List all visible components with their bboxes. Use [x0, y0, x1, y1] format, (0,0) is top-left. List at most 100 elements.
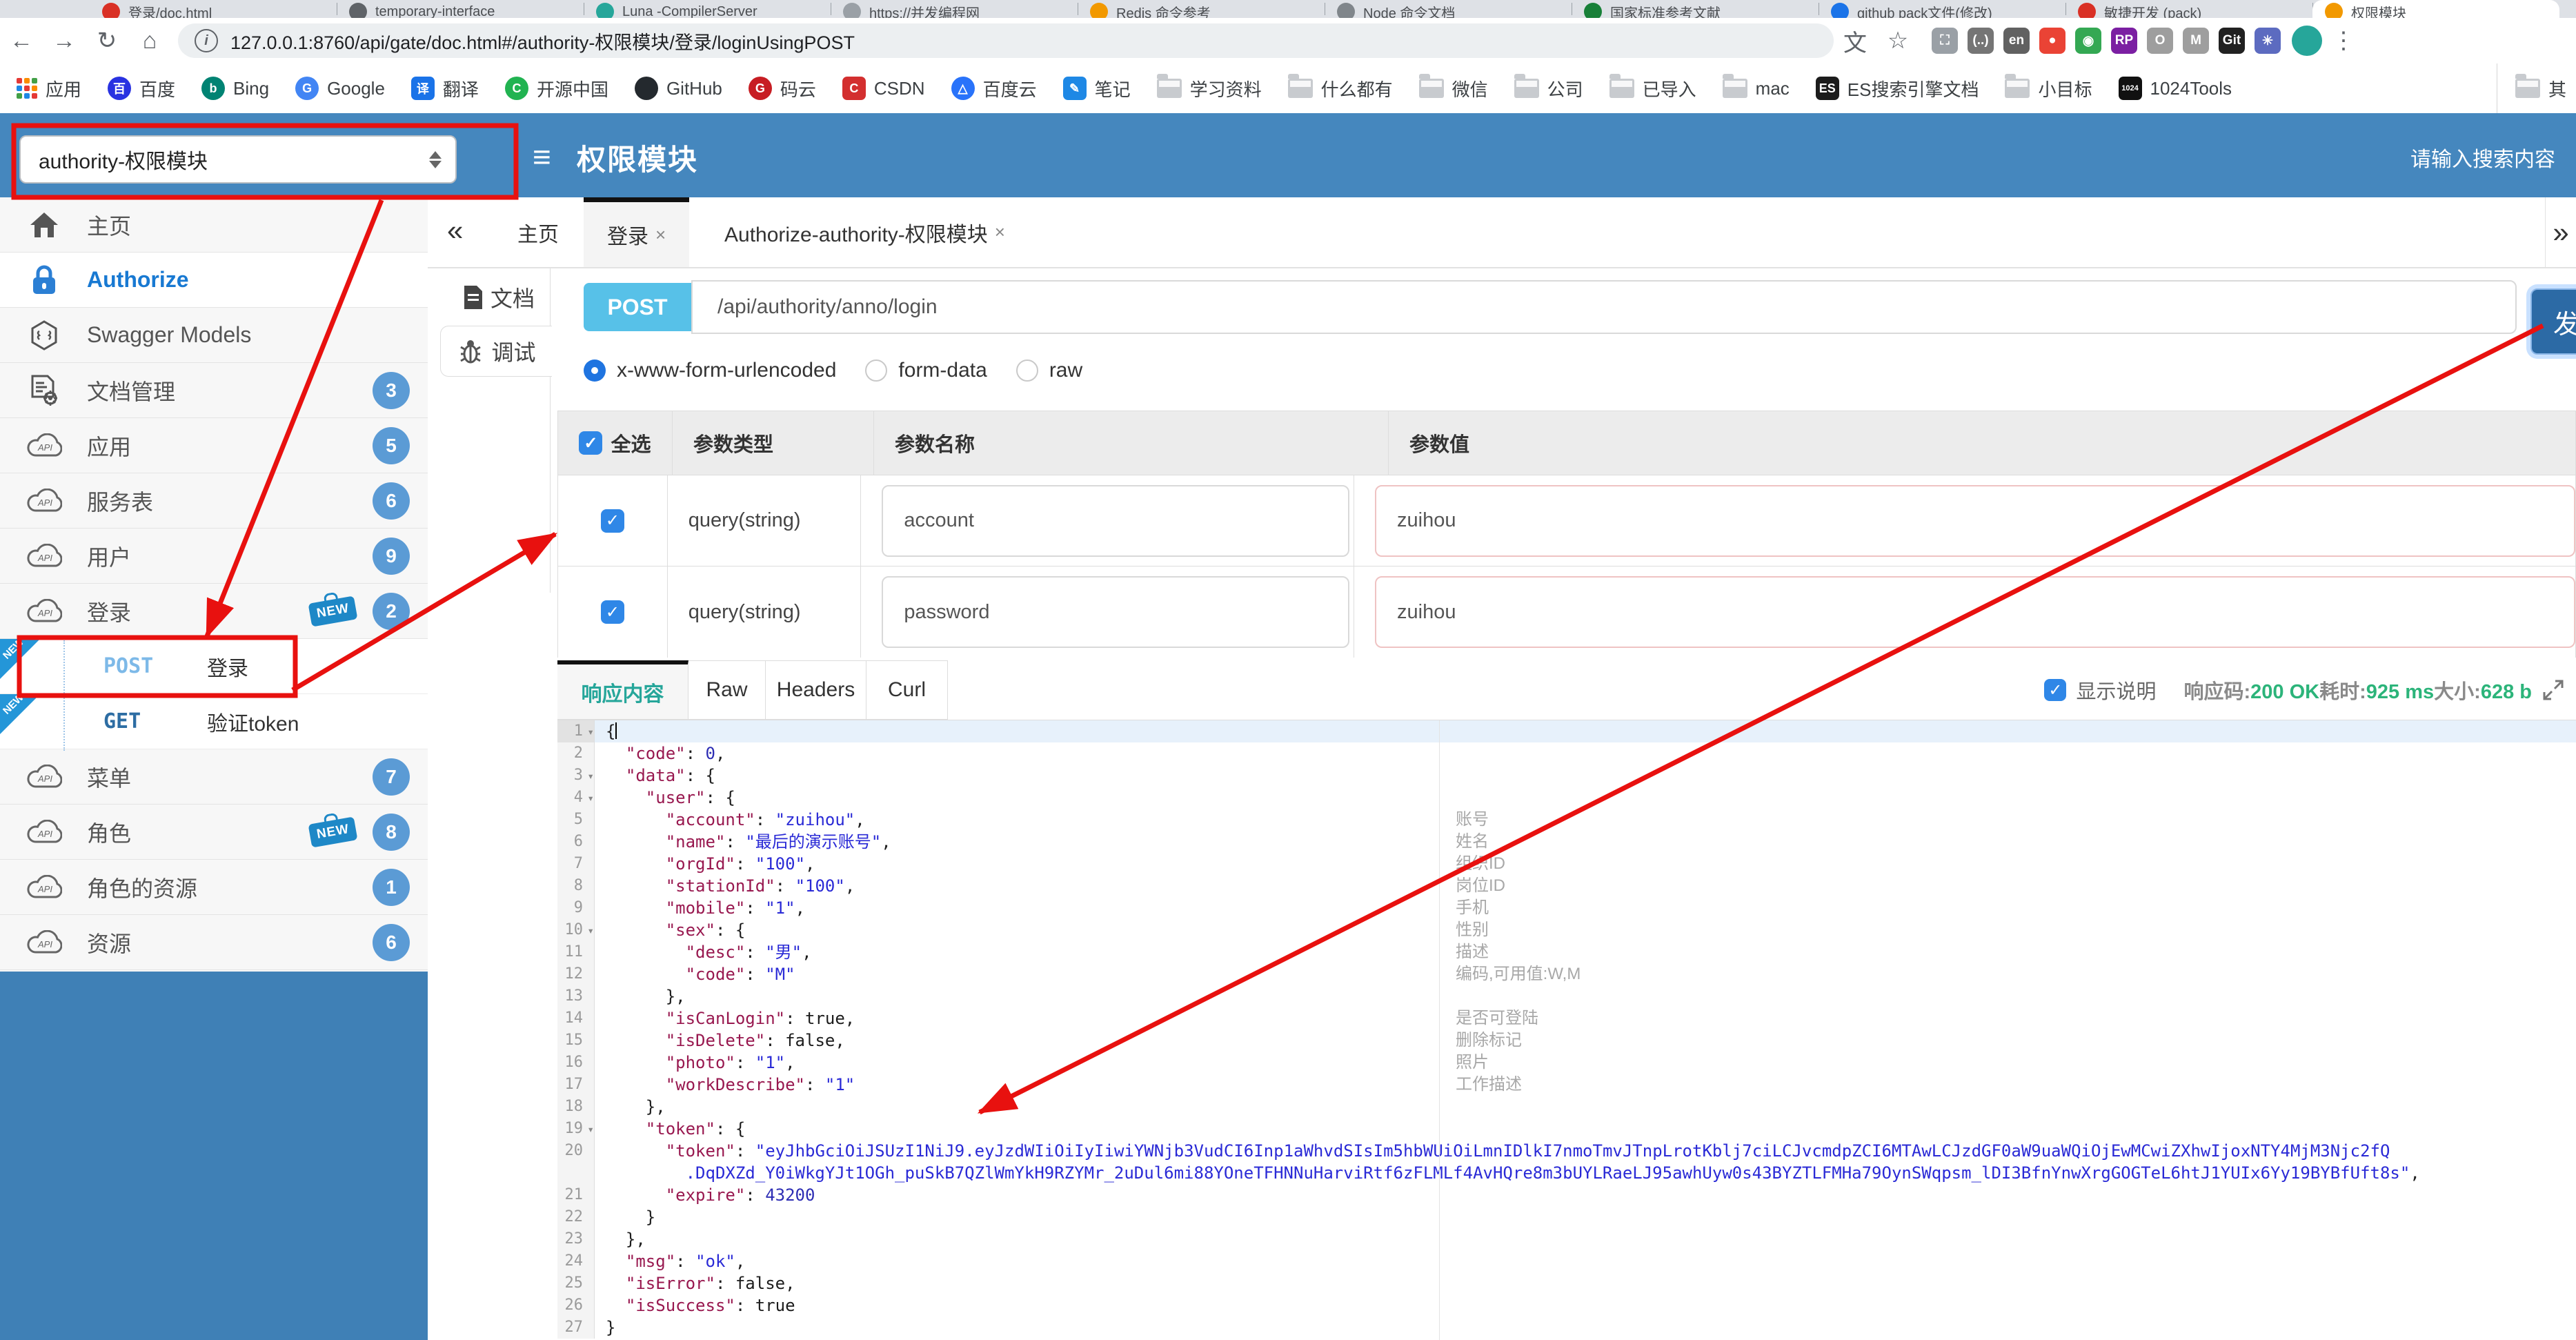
bookmark-item[interactable]: 公司 — [1514, 74, 1583, 101]
doc-tab-主页[interactable]: 主页 — [494, 197, 582, 267]
address-bar[interactable]: i 127.0.0.1:8760/api/gate/doc.html#/auth… — [178, 23, 1834, 58]
radio-raw[interactable] — [1015, 359, 1038, 382]
param-value-input[interactable]: zuihou — [1375, 484, 2575, 557]
api-path-input[interactable]: /api/authority/anno/login — [691, 280, 2517, 334]
sidebar-item-资源[interactable]: API 资源 6 — [0, 915, 428, 970]
fold-caret-icon[interactable]: ▾ — [583, 769, 594, 782]
tab-debug[interactable]: 调试 — [440, 326, 552, 377]
bookmark-item[interactable]: 已导入 — [1609, 74, 1696, 101]
browser-tab[interactable]: 敏捷开发 (pack) — [2065, 0, 2312, 18]
tab-document[interactable]: 文档 — [447, 273, 551, 322]
bookmark-item[interactable]: 微信 — [1418, 74, 1488, 101]
bookmark-star-icon[interactable]: ☆ — [1876, 27, 1919, 55]
sidebar-item-Swagger Models[interactable]: Swagger Models — [0, 308, 428, 363]
browser-tab[interactable]: 登录/doc.html — [90, 0, 337, 18]
close-icon[interactable]: × — [655, 224, 666, 246]
translate-icon[interactable]: 文 — [1834, 24, 1876, 58]
sidebar-item-角色的资源[interactable]: API 角色的资源 1 — [0, 860, 428, 915]
reload-icon[interactable]: ↻ — [86, 27, 128, 55]
browser-tab[interactable]: Redis 命令参考 — [1078, 0, 1325, 18]
browser-menu-icon[interactable]: ⋮ — [2322, 27, 2365, 55]
doc-tab-Authorize-authority-权限模块[interactable]: Authorize-authority-权限模块 × — [701, 197, 1029, 267]
browser-tab[interactable]: 国家标准参考文献 — [1572, 0, 1819, 18]
sidebar-item-文档管理[interactable]: 文档管理 3 — [0, 363, 428, 418]
bookmark-item[interactable]: 学习资料 — [1156, 74, 1262, 101]
fold-caret-icon[interactable]: ▾ — [583, 725, 594, 738]
response-tab-Raw[interactable]: Raw — [688, 660, 766, 720]
browser-tab[interactable]: https://并发编程网 — [831, 0, 1078, 18]
shield-icon[interactable]: M — [2183, 28, 2209, 54]
param-checkbox[interactable]: ✓ — [600, 600, 624, 624]
sidebar-item-主页[interactable]: 主页 — [0, 197, 428, 253]
bookmark-item[interactable]: 什么都有 — [1287, 74, 1393, 101]
home-icon[interactable]: ⌂ — [128, 28, 171, 55]
bookmark-item[interactable]: 百百度 — [108, 76, 175, 101]
show-desc-checkbox[interactable]: ✓ — [2044, 679, 2067, 701]
sidebar-item-角色[interactable]: API 角色 NEW 8 — [0, 805, 428, 860]
globe-icon[interactable]: ◉ — [2075, 28, 2101, 54]
bookmarks-overflow-folder[interactable]: 其 — [2496, 63, 2566, 113]
sidebar-item-用户[interactable]: API 用户 9 — [0, 529, 428, 584]
fold-caret-icon[interactable]: ▾ — [583, 791, 594, 805]
response-tab-Headers[interactable]: Headers — [766, 660, 866, 720]
sidebar-item-Authorize[interactable]: Authorize — [0, 253, 428, 308]
notes-ext-icon[interactable]: (..) — [1968, 28, 1994, 54]
response-body-editor[interactable]: 1 ▾{2 "code": 0, 3 ▾ "data": {4 ▾ "user": {5… — [557, 720, 2576, 1340]
fold-caret-icon[interactable]: ▾ — [583, 1123, 594, 1136]
screenshot-icon[interactable]: ⛶ — [1932, 28, 1958, 54]
browser-tab[interactable]: 权限模块 — [2312, 0, 2559, 18]
translate-en-icon[interactable]: en — [2003, 28, 2030, 54]
sidebar-item-菜单[interactable]: API 菜单 7 — [0, 749, 428, 805]
bookmark-item[interactable]: 译翻译 — [410, 76, 479, 101]
browser-tab[interactable]: temporary-interface — [337, 0, 584, 18]
bookmark-item[interactable]: ES ES搜索引擎文档 — [1815, 76, 1979, 101]
gray-circle-icon[interactable]: O — [2147, 28, 2173, 54]
more-tabs-icon[interactable]: » — [2545, 197, 2576, 267]
radio-form-data[interactable] — [865, 359, 888, 382]
param-value-input[interactable]: zuihou — [1375, 576, 2575, 648]
close-icon[interactable]: × — [995, 221, 1005, 243]
select-all-checkbox[interactable]: ✓ — [579, 431, 603, 455]
response-tab-Curl[interactable]: Curl — [866, 660, 948, 720]
forward-icon[interactable]: → — [43, 28, 86, 55]
bookmark-item[interactable]: ✎ 笔记 — [1062, 76, 1131, 101]
fullscreen-icon[interactable] — [2542, 678, 2565, 702]
page-info-icon[interactable]: i — [195, 29, 218, 52]
bookmark-item[interactable]: 小目标 — [2005, 74, 2092, 101]
hamburger-icon[interactable]: ≡ — [533, 138, 551, 175]
doc-tab-登录[interactable]: 登录 × — [584, 197, 690, 267]
field-description: 删除标记 — [1456, 1031, 1522, 1050]
bookmark-item[interactable]: △ 百度云 — [951, 76, 1037, 101]
fold-caret-icon[interactable]: ▾ — [583, 924, 594, 937]
browser-tab[interactable]: Node 命令文档 — [1325, 0, 1572, 18]
sidebar-item-应用[interactable]: API 应用 5 — [0, 418, 428, 473]
param-checkbox[interactable]: ✓ — [600, 509, 624, 533]
bookmark-item[interactable]: G Google — [295, 77, 385, 100]
bookmark-item[interactable]: GitHub — [634, 77, 722, 100]
bookmark-item[interactable]: 应用 — [17, 76, 81, 101]
header-search-input[interactable]: 请输入搜索内容 — [2410, 142, 2555, 173]
sidebar-item-登录[interactable]: API 登录 NEW 2 — [0, 584, 428, 639]
module-select[interactable]: authority-权限模块 — [19, 135, 457, 184]
back-icon[interactable]: ← — [0, 28, 43, 55]
param-name-input[interactable]: password — [882, 576, 1350, 648]
profile-avatar[interactable] — [2292, 26, 2322, 56]
chrome-icon[interactable]: ● — [2039, 28, 2065, 54]
bookmark-item[interactable]: C 开源中国 — [504, 76, 608, 101]
bookmark-item[interactable]: 1024 1024Tools — [2118, 77, 2232, 100]
bookmark-item[interactable]: C CSDN — [842, 77, 925, 100]
browser-tab[interactable]: github pack文件(修改) — [1819, 0, 2065, 18]
rp-ext-icon[interactable]: RP — [2111, 28, 2137, 54]
pinwheel-icon[interactable]: ✳ — [2255, 28, 2281, 54]
bookmark-item[interactable]: mac — [1722, 74, 1790, 99]
send-request-button[interactable]: 发 — [2530, 288, 2576, 355]
gitzip-icon[interactable]: Git — [2219, 28, 2245, 54]
param-name-input[interactable]: account — [882, 484, 1350, 557]
response-tab-响应内容[interactable]: 响应内容 — [557, 660, 688, 720]
bookmark-item[interactable]: G 码云 — [748, 76, 816, 101]
browser-tab[interactable]: Luna -CompilerServer — [584, 0, 831, 18]
radio-x-www-form-urlencoded[interactable] — [584, 359, 606, 382]
collapse-sidebar-icon[interactable]: « — [447, 214, 463, 247]
sidebar-item-服务表[interactable]: API 服务表 6 — [0, 473, 428, 529]
bookmark-item[interactable]: b Bing — [201, 77, 269, 100]
